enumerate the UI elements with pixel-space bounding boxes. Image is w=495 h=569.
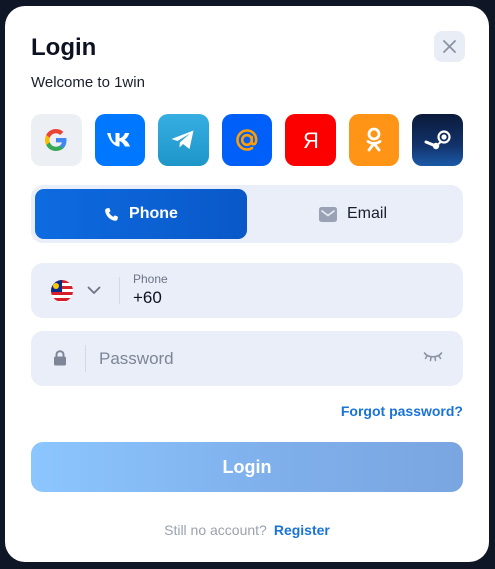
ok-login-button[interactable] (348, 114, 400, 166)
phone-icon (105, 207, 118, 221)
forgot-password-link[interactable]: Forgot password? (341, 403, 463, 419)
mail-icon (318, 206, 337, 222)
google-login-button[interactable] (31, 114, 82, 166)
login-modal: Login Welcome to 1win Я Phone Email Phon… (5, 6, 489, 562)
mailru-login-button[interactable] (221, 114, 273, 166)
password-input[interactable] (99, 331, 399, 386)
tab-phone-label: Phone (129, 205, 178, 222)
country-code-selector[interactable] (31, 263, 119, 318)
password-field (31, 331, 463, 386)
close-icon (443, 40, 456, 53)
forgot-row: Forgot password? (31, 386, 463, 442)
page-title: Login (31, 34, 97, 61)
modal-header: Login (31, 6, 465, 72)
tab-phone[interactable]: Phone (35, 189, 247, 239)
chevron-down-icon (87, 286, 101, 294)
telegram-login-button[interactable] (158, 114, 209, 166)
steam-login-button[interactable] (412, 114, 464, 166)
svg-text:Я: Я (303, 128, 319, 153)
eye-closed-icon[interactable] (423, 351, 443, 363)
close-button[interactable] (434, 31, 465, 62)
vk-login-button[interactable] (94, 114, 146, 166)
phone-field-label: Phone (133, 272, 168, 286)
welcome-text: Welcome to 1win (31, 74, 145, 91)
phone-field: Phone (31, 263, 463, 318)
login-button[interactable]: Login (31, 442, 463, 492)
telegram-icon (171, 130, 194, 149)
phone-input[interactable] (133, 288, 433, 308)
tab-email-label: Email (346, 205, 387, 222)
social-login-row: Я (31, 114, 464, 166)
register-prompt: Still no account? Register (31, 522, 463, 538)
tab-email[interactable]: Email (247, 189, 459, 239)
register-link[interactable]: Register (274, 522, 330, 538)
ok-icon (366, 127, 382, 152)
steam-icon (424, 130, 451, 150)
yandex-login-button[interactable]: Я (285, 114, 336, 166)
field-divider (85, 345, 86, 372)
field-divider (119, 277, 120, 304)
google-icon (45, 129, 67, 151)
vk-icon (106, 133, 130, 147)
no-account-text: Still no account? (164, 522, 267, 538)
lock-icon (54, 350, 66, 366)
at-icon (236, 129, 258, 151)
yandex-icon: Я (303, 128, 319, 153)
login-method-tabs: Phone Email (31, 185, 463, 243)
malaysia-flag-icon (51, 279, 73, 302)
